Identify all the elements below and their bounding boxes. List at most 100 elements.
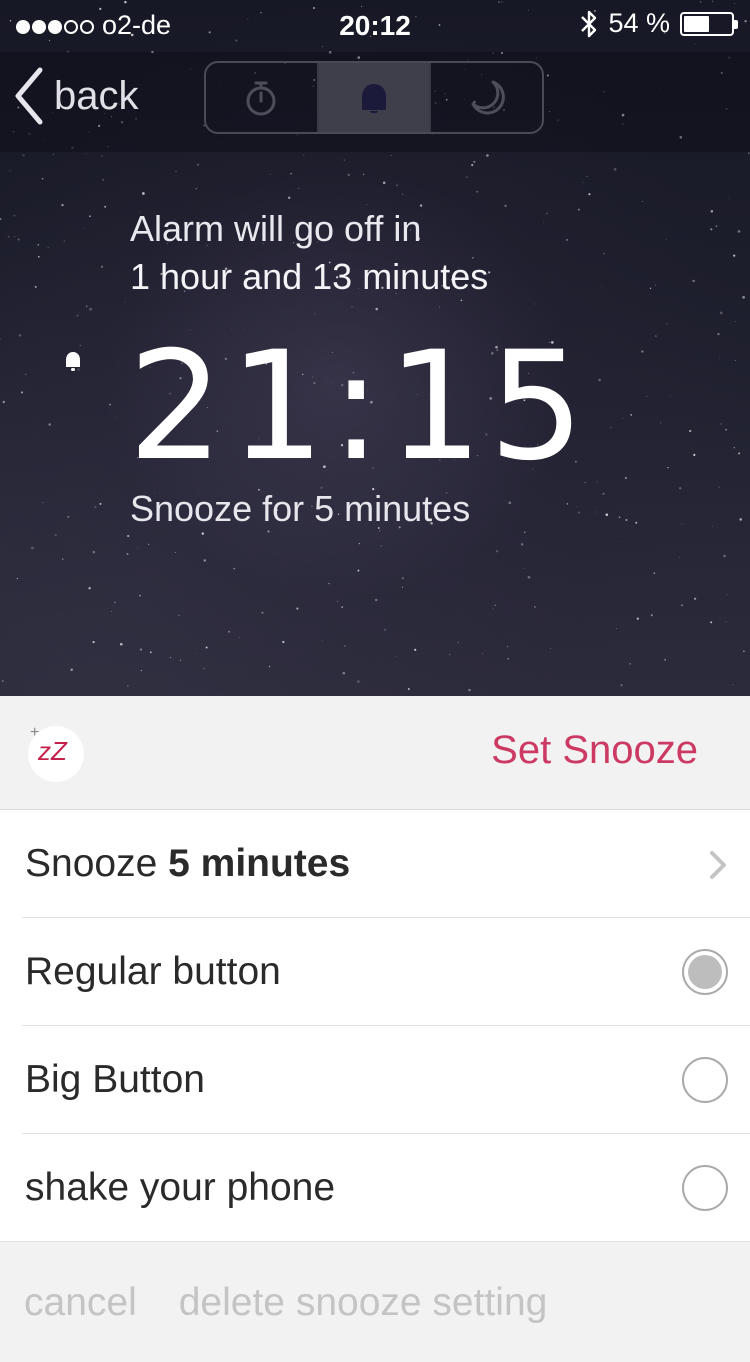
star xyxy=(88,587,91,590)
star xyxy=(689,429,692,433)
star xyxy=(267,530,270,533)
tab-sleep[interactable] xyxy=(429,63,542,132)
star xyxy=(733,446,736,449)
star xyxy=(635,521,638,524)
radio-shake-phone[interactable] xyxy=(682,1165,728,1211)
star xyxy=(710,210,714,213)
star xyxy=(725,428,727,431)
star xyxy=(414,648,417,651)
tab-stopwatch[interactable] xyxy=(206,63,317,132)
star xyxy=(471,163,474,167)
star xyxy=(140,670,142,672)
star xyxy=(7,235,10,238)
radio-big-button[interactable] xyxy=(682,1057,728,1103)
star xyxy=(492,607,494,609)
snooze-summary: Snooze for 5 minutes xyxy=(130,488,471,529)
star xyxy=(63,240,65,242)
radio-regular-button[interactable] xyxy=(682,949,728,995)
star xyxy=(743,650,745,653)
star xyxy=(174,552,176,553)
star xyxy=(666,323,668,325)
tab-alarm[interactable] xyxy=(316,63,430,132)
star xyxy=(602,492,605,495)
star xyxy=(42,502,44,504)
star xyxy=(460,299,463,302)
star xyxy=(719,311,723,315)
star xyxy=(732,684,734,686)
star xyxy=(618,516,621,519)
star xyxy=(124,301,126,303)
countdown-value: 1 hour and 13 minutes xyxy=(130,256,489,297)
snooze-method-big[interactable]: Big Button xyxy=(0,1026,750,1134)
star xyxy=(642,201,644,202)
star xyxy=(622,417,624,419)
star xyxy=(739,518,743,521)
star xyxy=(630,414,633,416)
star xyxy=(357,569,360,572)
star xyxy=(636,617,639,620)
star xyxy=(654,335,657,338)
star xyxy=(199,665,201,667)
delete-snooze-button[interactable]: delete snooze setting xyxy=(179,1281,548,1325)
star xyxy=(139,648,143,651)
star xyxy=(203,667,205,670)
star xyxy=(419,204,423,207)
star xyxy=(603,253,605,255)
star xyxy=(577,208,580,211)
alarm-time[interactable]: 21:15 xyxy=(128,320,590,494)
star xyxy=(534,303,536,305)
snooze-zz-icon: + zZ xyxy=(28,724,84,782)
duration-prefix: Snooze xyxy=(25,842,158,885)
star xyxy=(179,659,181,661)
star xyxy=(100,265,104,268)
snooze-duration-row[interactable]: Snooze 5 minutes xyxy=(0,810,750,918)
star xyxy=(486,154,489,157)
star xyxy=(449,654,451,656)
cancel-button[interactable]: cancel xyxy=(24,1281,137,1325)
snooze-method-regular[interactable]: Regular button xyxy=(0,918,750,1026)
battery-percent: 54 % xyxy=(608,8,670,38)
chevron-right-icon xyxy=(710,851,726,879)
star xyxy=(314,313,316,315)
star xyxy=(576,506,578,508)
star xyxy=(733,254,736,257)
star xyxy=(41,177,44,180)
star xyxy=(343,644,346,648)
star xyxy=(101,155,103,157)
star xyxy=(126,553,129,555)
star xyxy=(728,198,730,200)
star xyxy=(720,423,722,425)
star xyxy=(47,246,49,249)
snooze-method-shake[interactable]: shake your phone xyxy=(0,1134,750,1242)
star xyxy=(109,403,111,406)
star xyxy=(70,668,73,672)
star xyxy=(116,415,118,417)
star xyxy=(624,477,627,479)
moon-icon xyxy=(471,80,505,114)
star xyxy=(534,606,536,608)
star xyxy=(610,426,612,429)
star xyxy=(629,663,631,665)
star xyxy=(653,572,656,574)
star xyxy=(196,163,200,166)
star xyxy=(302,154,305,157)
star xyxy=(2,400,5,404)
star xyxy=(734,359,737,362)
star xyxy=(566,503,569,505)
star xyxy=(718,486,720,488)
star xyxy=(79,344,82,347)
method-label: Big Button xyxy=(25,1058,205,1101)
star xyxy=(357,680,360,683)
status-right: 54 % xyxy=(580,8,738,39)
star xyxy=(296,607,299,610)
star xyxy=(76,314,79,317)
star xyxy=(725,621,727,623)
star xyxy=(114,601,116,604)
star xyxy=(13,214,16,217)
star xyxy=(742,295,745,299)
star xyxy=(374,598,378,602)
star xyxy=(665,239,667,241)
star xyxy=(586,175,588,177)
star xyxy=(401,576,405,580)
back-button[interactable]: back xyxy=(10,64,139,128)
